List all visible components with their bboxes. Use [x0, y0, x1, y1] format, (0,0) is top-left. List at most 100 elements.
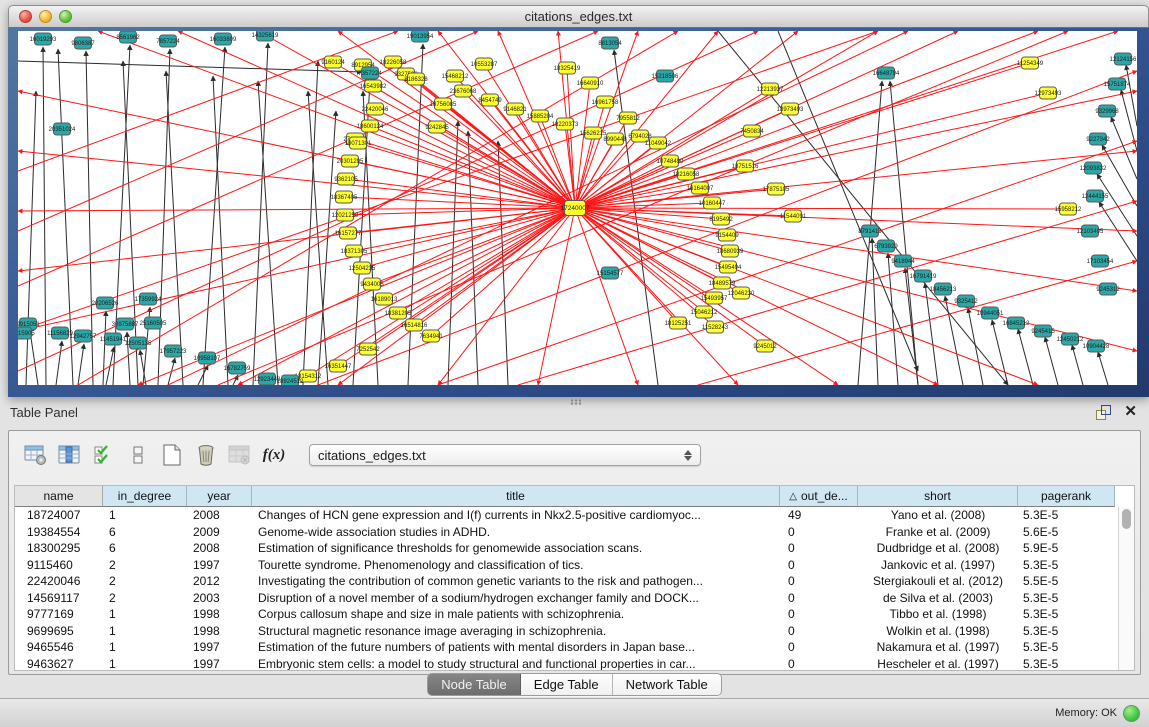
cell[interactable]: Jankovic et al. (1997) [858, 558, 1018, 572]
cell[interactable]: 0 [780, 624, 858, 638]
cell[interactable]: 5.3E-5 [1018, 508, 1115, 522]
cell[interactable]: 0 [780, 607, 858, 621]
cell[interactable]: 0 [780, 525, 858, 539]
cell[interactable]: 5.9E-5 [1018, 541, 1115, 555]
float-panel-icon[interactable] [1096, 405, 1111, 420]
cell[interactable]: 5.3E-5 [1018, 624, 1115, 638]
cell[interactable]: 5.3E-5 [1018, 657, 1115, 671]
cell[interactable]: 1998 [187, 607, 252, 621]
delete-table-icon[interactable] [225, 440, 255, 470]
memory-status-indicator[interactable] [1123, 705, 1140, 722]
cell[interactable]: Estimation of significance thresholds fo… [252, 541, 780, 555]
zoom-window-button[interactable] [59, 10, 72, 23]
cell[interactable]: 9463627 [15, 657, 103, 671]
tab-network-table[interactable]: Network Table [613, 674, 721, 695]
column-header-in-degree[interactable]: in_degree [103, 486, 187, 507]
cell[interactable]: Embryonic stem cells: a model to study s… [252, 657, 780, 671]
column-header-year[interactable]: year [187, 486, 252, 507]
cell[interactable]: 5.3E-5 [1018, 591, 1115, 605]
cell[interactable]: 1 [103, 607, 187, 621]
row-selection-icon[interactable] [89, 440, 119, 470]
network-canvas-svg[interactable]: 1822605893275081654398281863282367606815… [18, 31, 1137, 385]
cell[interactable]: Disruption of a novel member of a sodium… [252, 591, 780, 605]
cell[interactable]: 1 [103, 657, 187, 671]
select-column-icon[interactable] [55, 440, 85, 470]
cell[interactable]: Stergiakouli et al. (2012) [858, 574, 1018, 588]
cell[interactable]: Tibbo et al. (1998) [858, 607, 1018, 621]
cell[interactable]: 1998 [187, 624, 252, 638]
cell[interactable]: Wolkin et al. (1998) [858, 624, 1018, 638]
column-header-name[interactable]: name [15, 486, 103, 507]
apply-function-icon[interactable]: f(x) [259, 440, 289, 470]
table-selector-dropdown[interactable]: citations_edges.txt [309, 444, 701, 466]
table-row[interactable]: 977716911998Corpus callosum shape and si… [15, 606, 1134, 623]
cell[interactable]: 2 [103, 591, 187, 605]
cell[interactable]: 5.3E-5 [1018, 607, 1115, 621]
cell[interactable]: 22420046 [15, 574, 103, 588]
cell[interactable]: Franke et al. (2009) [858, 525, 1018, 539]
cell[interactable]: 2 [103, 574, 187, 588]
cell[interactable]: 18724007 [15, 508, 103, 522]
cell[interactable]: 2009 [187, 525, 252, 539]
cell[interactable]: Estimation of the future numbers of pati… [252, 640, 780, 654]
cell[interactable]: Investigating the contribution of common… [252, 574, 780, 588]
cell[interactable]: 1997 [187, 640, 252, 654]
close-window-button[interactable] [19, 10, 32, 23]
cell[interactable]: 9699695 [15, 624, 103, 638]
cell[interactable]: 1997 [187, 558, 252, 572]
cell[interactable]: Tourette syndrome. Phenomenology and cla… [252, 558, 780, 572]
create-table-icon[interactable] [157, 440, 187, 470]
cell[interactable]: 5.5E-5 [1018, 574, 1115, 588]
table-row[interactable]: 2242004622012Investigating the contribut… [15, 573, 1134, 590]
cell[interactable]: 2003 [187, 591, 252, 605]
cell[interactable]: Genome-wide association studies in ADHD. [252, 525, 780, 539]
cell[interactable]: 9465546 [15, 640, 103, 654]
cell[interactable]: 5.3E-5 [1018, 558, 1115, 572]
cell[interactable]: 0 [780, 574, 858, 588]
cell[interactable]: 1997 [187, 657, 252, 671]
column-header-short[interactable]: short [858, 486, 1018, 507]
cell[interactable]: 2 [103, 558, 187, 572]
table-row[interactable]: 946554611997Estimation of the future num… [15, 639, 1134, 656]
close-panel-icon[interactable]: ✕ [1124, 403, 1137, 421]
cell[interactable]: 5.3E-5 [1018, 640, 1115, 654]
cell[interactable]: 2012 [187, 574, 252, 588]
cell[interactable]: 0 [780, 640, 858, 654]
table-row[interactable]: 1938455462009Genome-wide association stu… [15, 524, 1134, 541]
cell[interactable]: 5.6E-5 [1018, 525, 1115, 539]
cell[interactable]: 18300295 [15, 541, 103, 555]
cell[interactable]: 2008 [187, 508, 252, 522]
table-row[interactable]: 1456911722003Disruption of a novel membe… [15, 590, 1134, 607]
cell[interactable]: 1 [103, 508, 187, 522]
cell[interactable]: Yano et al. (2008) [858, 508, 1018, 522]
cell[interactable]: 0 [780, 657, 858, 671]
table-row[interactable]: 1872400712008Changes of HCN gene express… [15, 507, 1134, 524]
window-titlebar[interactable]: citations_edges.txt [8, 5, 1149, 28]
cell[interactable]: 0 [780, 591, 858, 605]
cell[interactable]: de Silva et al. (2003) [858, 591, 1018, 605]
cell[interactable]: 0 [780, 541, 858, 555]
cell[interactable]: 6 [103, 541, 187, 555]
cell[interactable]: Structural magnetic resonance image aver… [252, 624, 780, 638]
cell[interactable]: Corpus callosum shape and size in male p… [252, 607, 780, 621]
stacked-rows-icon[interactable] [123, 440, 153, 470]
table-row[interactable]: 969969511998Structural magnetic resonanc… [15, 623, 1134, 640]
table-settings-icon[interactable] [21, 440, 51, 470]
tab-node-table[interactable]: Node Table [428, 674, 521, 695]
column-header-title[interactable]: title [252, 486, 780, 507]
scrollbar-thumb[interactable] [1122, 509, 1131, 529]
column-header-out-de-[interactable]: △out_de... [780, 486, 858, 507]
minimize-window-button[interactable] [39, 10, 52, 23]
cell[interactable]: Changes of HCN gene expression and I(f) … [252, 508, 780, 522]
table-row[interactable]: 1830029562008Estimation of significance … [15, 540, 1134, 557]
column-header-pagerank[interactable]: pagerank [1018, 486, 1115, 507]
cell[interactable]: Dudbridge et al. (2008) [858, 541, 1018, 555]
table-row[interactable]: 911546021997Tourette syndrome. Phenomeno… [15, 557, 1134, 574]
cell[interactable]: 49 [780, 508, 858, 522]
tab-edge-table[interactable]: Edge Table [521, 674, 613, 695]
cell[interactable]: 1 [103, 640, 187, 654]
cell[interactable]: 1 [103, 624, 187, 638]
cell[interactable]: 9115460 [15, 558, 103, 572]
delete-rows-icon[interactable] [191, 440, 221, 470]
cell[interactable]: Nakamura et al. (1997) [858, 640, 1018, 654]
